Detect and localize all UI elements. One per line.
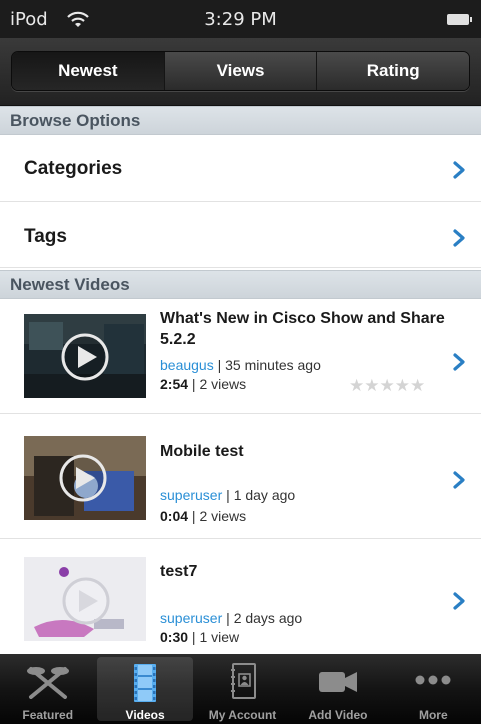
section-header-newest: Newest Videos: [0, 270, 481, 299]
video-uploader-link[interactable]: beaugus: [160, 357, 214, 373]
video-camera-icon: [318, 672, 357, 692]
video-stats-line: 0:04 | 2 views: [160, 508, 247, 524]
chevron-right-icon: [453, 161, 465, 179]
segment-rating[interactable]: Rating: [316, 52, 469, 90]
video-age: 35 minutes ago: [225, 357, 321, 373]
address-book-icon: [230, 663, 256, 699]
tab-videos-label: Videos: [125, 708, 165, 722]
video-row[interactable]: What's New in Cisco Show and Share 5.2.2…: [0, 300, 481, 414]
video-views: 2 views: [199, 376, 247, 392]
video-age: 1 day ago: [233, 487, 296, 503]
video-uploader-line: superuser | 2 days ago: [160, 610, 303, 626]
row-tags[interactable]: Tags: [0, 202, 481, 268]
video-age: 2 days ago: [233, 610, 303, 626]
video-uploader-link[interactable]: superuser: [160, 487, 222, 503]
video-duration: 0:04: [160, 508, 189, 524]
row-tags-label: Tags: [24, 226, 67, 247]
tab-bar: Featured Videos My Account Add Video Mor…: [0, 654, 481, 724]
tab-featured[interactable]: Featured: [0, 654, 95, 724]
featured-icon: [26, 667, 69, 699]
chevron-right-icon: [453, 353, 465, 371]
tab-add-video[interactable]: Add Video: [290, 654, 385, 724]
video-thumbnail: [24, 557, 146, 641]
star-icon: ★: [410, 376, 426, 395]
video-stats-line: 2:54 | 2 views: [160, 376, 247, 392]
video-row[interactable]: Mobile test superuser | 1 day ago 0:04 |…: [0, 414, 481, 539]
tab-my-account-label: My Account: [208, 708, 277, 722]
row-categories-label: Categories: [24, 158, 123, 179]
tab-videos[interactable]: Videos: [97, 657, 193, 722]
section-header-browse: Browse Options: [0, 106, 481, 135]
sort-segmented-control: Newest Views Rating: [11, 51, 470, 91]
star-icon: ★: [364, 376, 380, 395]
video-views: 1 view: [199, 629, 240, 645]
status-bar: iPod 3:29 PM: [0, 0, 481, 38]
film-icon: [134, 664, 157, 702]
rating-stars: ★★★★★: [349, 376, 425, 396]
row-categories[interactable]: Categories: [0, 136, 481, 202]
sort-header: Newest Views Rating: [0, 38, 481, 106]
chevron-right-icon: [453, 471, 465, 489]
video-duration: 2:54: [160, 376, 189, 392]
segment-newest[interactable]: Newest: [12, 52, 164, 90]
video-row[interactable]: test7 superuser | 2 days ago 0:30 | 1 vi…: [0, 539, 481, 654]
video-uploader-line: beaugus | 35 minutes ago: [160, 357, 321, 373]
video-title: test7: [160, 563, 198, 580]
video-thumbnail: [24, 436, 146, 520]
star-icon: ★: [394, 376, 410, 395]
star-icon: ★: [349, 376, 365, 395]
tab-more[interactable]: More: [386, 654, 481, 724]
chevron-right-icon: [453, 592, 465, 610]
tab-featured-label: Featured: [22, 708, 74, 722]
segment-views[interactable]: Views: [163, 52, 317, 90]
chevron-right-icon: [453, 229, 465, 247]
video-title: What's New in Cisco Show and Share 5.2.2: [160, 310, 445, 348]
video-views: 2 views: [199, 508, 247, 524]
video-title: Mobile test: [160, 443, 244, 460]
tab-my-account[interactable]: My Account: [195, 654, 290, 724]
more-dots-icon: [415, 675, 451, 685]
video-thumbnail: [24, 314, 146, 398]
star-icon: ★: [379, 376, 395, 395]
video-uploader-link[interactable]: superuser: [160, 610, 222, 626]
tab-add-video-label: Add Video: [308, 708, 368, 722]
status-time: 3:29 PM: [204, 9, 277, 30]
video-duration: 0:30: [160, 629, 189, 645]
battery-icon: [447, 14, 472, 25]
tab-more-label: More: [418, 708, 448, 722]
video-stats-line: 0:30 | 1 view: [160, 629, 240, 645]
video-uploader-line: superuser | 1 day ago: [160, 487, 296, 503]
